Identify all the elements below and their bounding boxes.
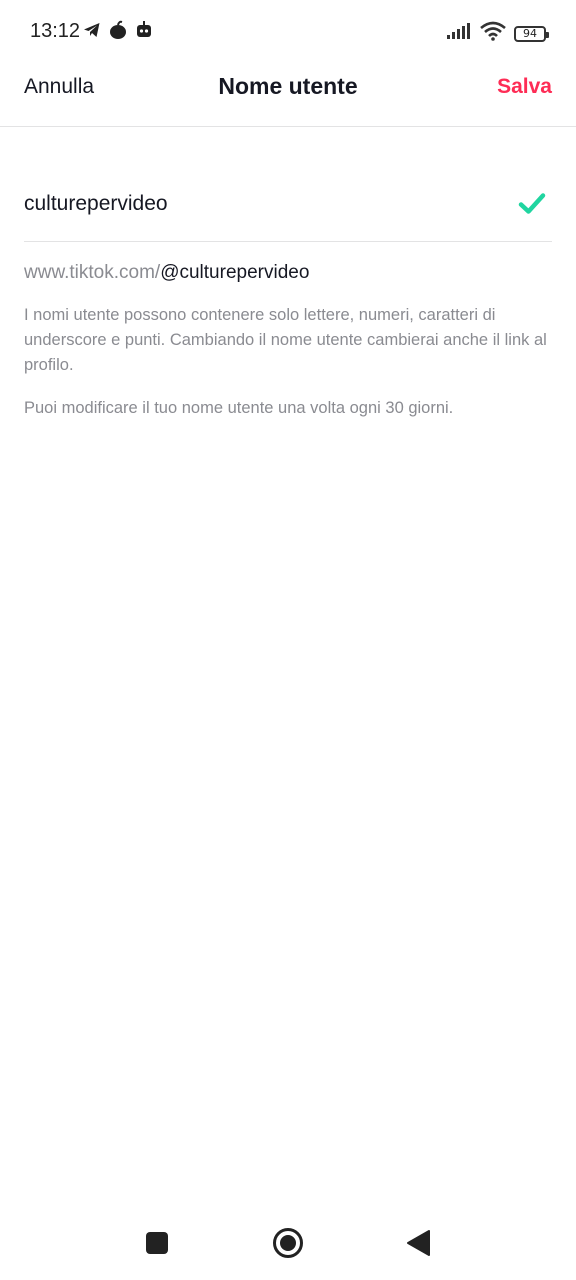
profile-url-handle: @culturepervideo [160,262,310,283]
username-input[interactable] [24,192,484,216]
back-button[interactable] [400,1225,436,1261]
page-title: Nome utente [218,73,358,99]
username-rules-text: I nomi utente possono contenere solo let… [24,306,547,374]
profile-url-prefix: www.tiktok.com/ [24,262,161,283]
username-field-row [24,168,552,242]
signal-icon [446,22,472,45]
header: Annulla Nome utente Salva [0,64,576,127]
back-triangle-icon [407,1230,430,1256]
navigation-bar [0,1210,576,1280]
notification-icon [134,20,154,45]
telegram-icon [82,20,102,45]
battery-icon: 94 [514,25,549,42]
status-bar: 13:12 94 [0,0,576,64]
check-icon [518,190,546,218]
status-time: 13:12 [30,20,81,42]
username-frequency-text: Puoi modificare il tuo nome utente una v… [24,399,454,417]
recents-button[interactable] [139,1225,175,1261]
home-circle-icon [273,1228,303,1258]
home-button[interactable] [270,1225,306,1261]
app-icon [108,20,128,45]
status-right-icons: 94 [446,21,549,46]
status-left-icons [82,20,154,45]
wifi-icon [480,21,506,46]
square-icon [146,1232,168,1254]
battery-level: 94 [523,27,537,40]
save-button[interactable]: Salva [497,75,552,99]
profile-url: www.tiktok.com/@culturepervideo [24,262,552,284]
